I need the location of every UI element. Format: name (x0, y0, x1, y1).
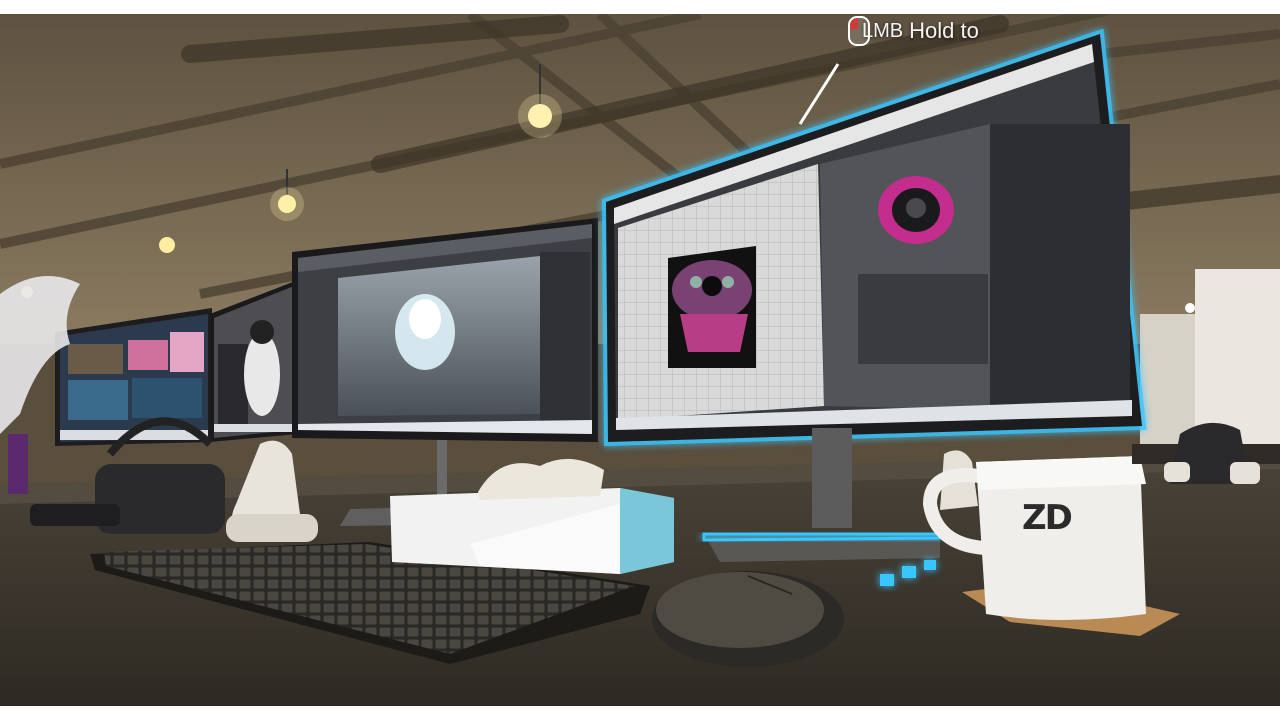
input-hint-text: Hold to (909, 18, 979, 43)
monitor-stand (437, 440, 447, 500)
main-monitor-stand (812, 428, 852, 528)
mouse-left-button-icon (848, 16, 870, 46)
vr-office-scene: ZD LMB Hold to (0, 14, 1280, 706)
mouse (652, 571, 844, 667)
monitor-center (292, 218, 598, 442)
mug-logo: ZD (1022, 498, 1073, 538)
avatar-figure-base (8, 434, 28, 494)
pillar (1195, 269, 1280, 444)
input-hint: LMB Hold to (848, 16, 979, 46)
